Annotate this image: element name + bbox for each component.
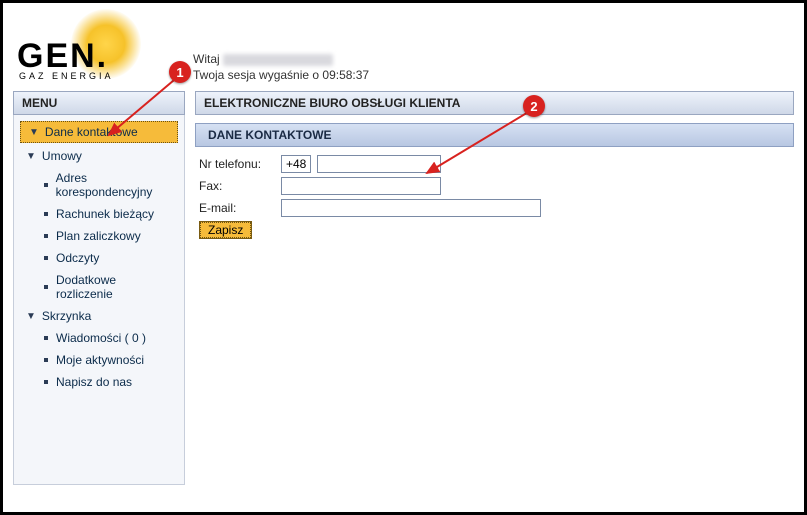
sidebar-item-umowy[interactable]: ▼ Umowy <box>14 145 184 167</box>
app-window: GEN. GAZ ENERGIA Witaj Twoja sesja wygaś… <box>0 0 807 515</box>
sidebar-item-label: Moje aktywności <box>56 353 144 367</box>
content-layout: MENU ▼ Dane kontaktowe ▼ Umowy Adres kor… <box>3 91 804 495</box>
bullet-icon <box>44 358 48 362</box>
main-panel: ELEKTRONICZNE BIURO OBSŁUGI KLIENTA DANE… <box>195 91 794 485</box>
sidebar-item-label: Dane kontaktowe <box>45 125 138 139</box>
sidebar-item-label: Adres korespondencyjny <box>56 171 176 199</box>
sidebar-item-dane-kontaktowe[interactable]: ▼ Dane kontaktowe <box>20 121 178 143</box>
email-input[interactable] <box>281 199 541 217</box>
callout-2: 2 <box>523 95 545 117</box>
logo-subtitle: GAZ ENERGIA <box>19 71 114 81</box>
row-phone: Nr telefonu: <box>199 155 790 173</box>
sidebar: MENU ▼ Dane kontaktowe ▼ Umowy Adres kor… <box>13 91 185 485</box>
sidebar-item-adres[interactable]: Adres korespondencyjny <box>14 167 184 203</box>
sidebar-item-aktywnosci[interactable]: Moje aktywności <box>14 349 184 371</box>
welcome-block: Witaj Twoja sesja wygaśnie o 09:58:37 <box>193 51 369 85</box>
bullet-icon <box>44 183 48 187</box>
sidebar-title: MENU <box>13 91 185 115</box>
sidebar-item-plan[interactable]: Plan zaliczkowy <box>14 225 184 247</box>
email-label: E-mail: <box>199 201 275 215</box>
sidebar-item-rachunek[interactable]: Rachunek bieżący <box>14 203 184 225</box>
bullet-icon <box>44 336 48 340</box>
sidebar-item-label: Rachunek bieżący <box>56 207 154 221</box>
header: GEN. GAZ ENERGIA Witaj Twoja sesja wygaś… <box>3 3 804 91</box>
sidebar-item-napisz[interactable]: Napisz do nas <box>14 371 184 393</box>
chevron-down-icon: ▼ <box>26 311 36 322</box>
chevron-down-icon: ▼ <box>29 127 39 138</box>
save-button[interactable]: Zapisz <box>199 221 252 239</box>
section-title: DANE KONTAKTOWE <box>195 123 794 147</box>
sidebar-item-skrzynka[interactable]: ▼ Skrzynka <box>14 305 184 327</box>
bullet-icon <box>44 256 48 260</box>
sidebar-item-label: Umowy <box>42 149 82 163</box>
sidebar-item-label: Skrzynka <box>42 309 91 323</box>
greeting-prefix: Witaj <box>193 52 220 66</box>
sidebar-item-label: Dodatkowe rozliczenie <box>56 273 176 301</box>
fax-label: Fax: <box>199 179 275 193</box>
form-area: Nr telefonu: Fax: E-mail: Zapisz <box>195 147 794 247</box>
sidebar-item-odczyty[interactable]: Odczyty <box>14 247 184 269</box>
bullet-icon <box>44 212 48 216</box>
sidebar-body: ▼ Dane kontaktowe ▼ Umowy Adres korespon… <box>13 115 185 485</box>
chevron-down-icon: ▼ <box>26 151 36 162</box>
sidebar-item-label: Wiadomości ( 0 ) <box>56 331 146 345</box>
phone-input[interactable] <box>317 155 441 173</box>
logo: GEN. GAZ ENERGIA <box>13 11 153 85</box>
sidebar-item-label: Plan zaliczkowy <box>56 229 141 243</box>
row-email: E-mail: <box>199 199 790 217</box>
bullet-icon <box>44 234 48 238</box>
section-dane-kontaktowe: DANE KONTAKTOWE Nr telefonu: Fax: E-mail… <box>195 123 794 247</box>
sidebar-item-label: Napisz do nas <box>56 375 132 389</box>
username-redacted <box>223 54 333 66</box>
sidebar-item-wiadomosci[interactable]: Wiadomości ( 0 ) <box>14 327 184 349</box>
page-title: ELEKTRONICZNE BIURO OBSŁUGI KLIENTA <box>195 91 794 115</box>
sidebar-item-dodatkowe[interactable]: Dodatkowe rozliczenie <box>14 269 184 305</box>
phone-label: Nr telefonu: <box>199 157 275 171</box>
bullet-icon <box>44 285 48 289</box>
phone-prefix-input[interactable] <box>281 155 311 173</box>
callout-1: 1 <box>169 61 191 83</box>
fax-input[interactable] <box>281 177 441 195</box>
session-expiry: Twoja sesja wygaśnie o 09:58:37 <box>193 67 369 83</box>
sidebar-item-label: Odczyty <box>56 251 99 265</box>
bullet-icon <box>44 380 48 384</box>
row-fax: Fax: <box>199 177 790 195</box>
